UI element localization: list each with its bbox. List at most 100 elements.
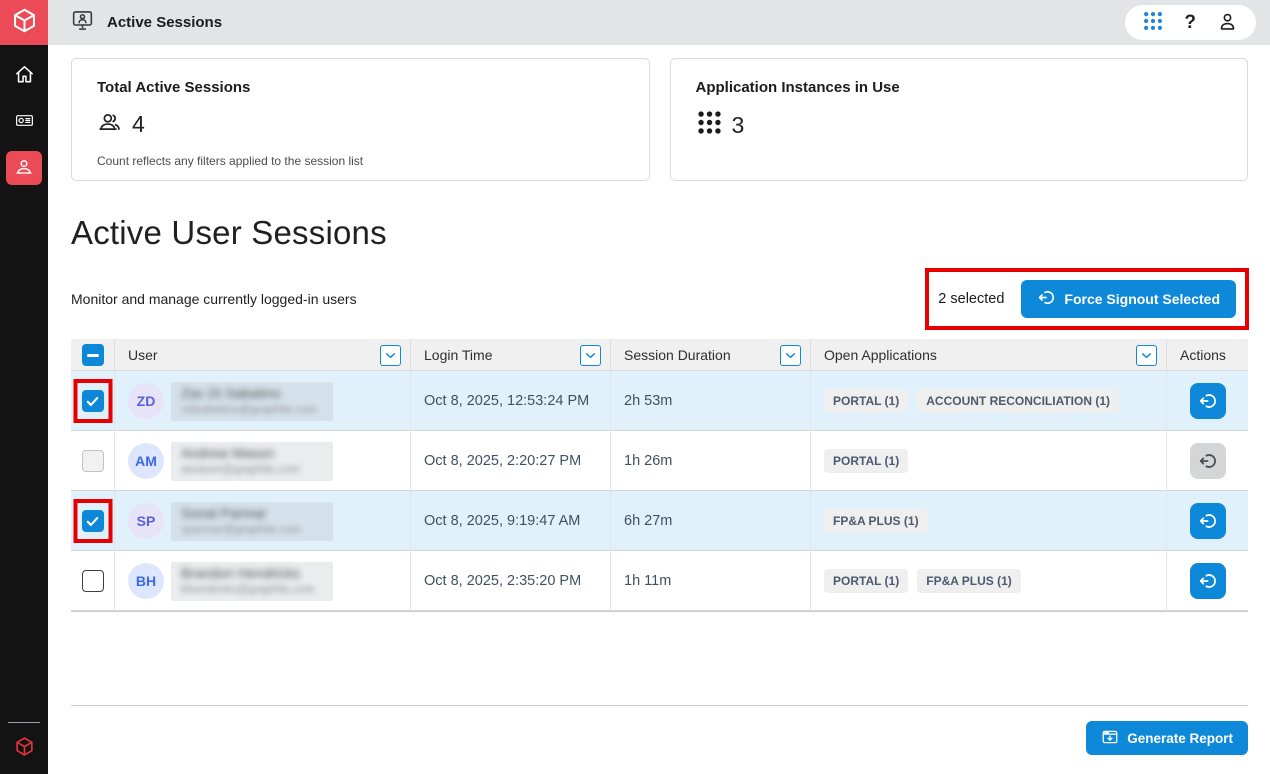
- column-label: Session Duration: [624, 347, 731, 363]
- sidebar-item-console[interactable]: [0, 105, 48, 139]
- blurred-user-identity: Brandon Hendricks bhendricks@graphite.co…: [171, 562, 333, 601]
- open-applications-cell: PORTAL (1) FP&A PLUS (1): [811, 551, 1167, 611]
- row-checkbox[interactable]: [82, 390, 104, 412]
- footer-divider: [71, 705, 1248, 706]
- sidebar-item-active-sessions[interactable]: [6, 151, 42, 185]
- sidebar-nav: [0, 59, 48, 185]
- generate-report-button[interactable]: Generate Report: [1086, 721, 1248, 755]
- column-header-user: User: [115, 339, 411, 371]
- row-checkbox-cell: [71, 491, 115, 551]
- open-applications-cell: FP&A PLUS (1): [811, 491, 1167, 551]
- actions-cell: [1167, 551, 1248, 611]
- user-email-blurred: zdisabatino@graphite.com: [181, 404, 321, 416]
- check-icon: [85, 514, 100, 529]
- app-tag: PORTAL (1): [824, 389, 908, 413]
- app-tag: FP&A PLUS (1): [824, 509, 928, 533]
- chevron-down-icon: [1139, 348, 1154, 363]
- apps-grid-icon: [696, 109, 723, 141]
- selected-count: 2 selected: [938, 291, 1004, 307]
- card-title: Application Instances in Use: [696, 79, 1223, 96]
- row-checkbox[interactable]: [82, 450, 104, 472]
- page-title: Active Sessions: [107, 14, 222, 31]
- card-subtitle: Count reflects any filters applied to th…: [97, 154, 624, 168]
- console-card-icon: [14, 110, 35, 134]
- sidebar-item-home[interactable]: [0, 59, 48, 93]
- select-all-checkbox[interactable]: [82, 344, 104, 366]
- indeterminate-icon: [87, 354, 99, 357]
- user-filter-dropdown[interactable]: [380, 345, 401, 366]
- column-label: Login Time: [424, 347, 492, 363]
- cube-logo-small-icon[interactable]: [14, 736, 35, 762]
- row-checkbox-cell: [71, 371, 115, 431]
- home-icon: [13, 63, 36, 89]
- card-total-active-sessions: Total Active Sessions 4 Count re: [71, 58, 650, 181]
- user-name-blurred: Sonal Parmar: [181, 505, 321, 521]
- actions-cell: [1167, 491, 1248, 551]
- force-signout-selected-button[interactable]: Force Signout Selected: [1021, 280, 1236, 318]
- avatar: SP: [128, 503, 164, 539]
- blurred-user-identity: Sonal Parmar sparmar@graphite.com: [171, 502, 333, 541]
- force-signout-row-button[interactable]: [1190, 383, 1226, 419]
- topbar-actions: ?: [1125, 5, 1256, 40]
- check-icon: [85, 394, 100, 409]
- chevron-down-icon: [783, 348, 798, 363]
- chevron-down-icon: [583, 348, 598, 363]
- blurred-user-identity: Andrew Mason amason@graphite.com: [171, 442, 333, 481]
- user-cell: BH Brandon Hendricks bhendricks@graphite…: [115, 551, 411, 611]
- apps-grid-icon: [1142, 10, 1164, 35]
- force-signout-row-button[interactable]: [1190, 563, 1226, 599]
- actions-cell: [1167, 431, 1248, 491]
- apps-grid-button[interactable]: [1142, 10, 1164, 35]
- app-tag: PORTAL (1): [824, 569, 908, 593]
- sessions-users-icon: [13, 156, 35, 181]
- user-name-blurred: Zac Di Sabatino: [181, 385, 321, 401]
- signout-icon: [1198, 511, 1218, 531]
- duration-filter-dropdown[interactable]: [780, 345, 801, 366]
- monitor-user-icon: [70, 8, 95, 38]
- app-tag: FP&A PLUS (1): [917, 569, 1021, 593]
- user-name-blurred: Brandon Hendricks: [181, 565, 321, 581]
- select-all-cell: [71, 339, 115, 371]
- user-email-blurred: bhendricks@graphite.com: [181, 584, 321, 596]
- table-header-row: User Login Time Session Duration: [71, 339, 1248, 371]
- main-panel: Active Sessions ?: [48, 0, 1270, 774]
- login-time-cell: Oct 8, 2025, 9:19:47 AM: [411, 491, 611, 551]
- sidebar: [0, 0, 48, 774]
- force-signout-row-button[interactable]: [1190, 503, 1226, 539]
- applications-filter-dropdown[interactable]: [1136, 345, 1157, 366]
- app-root: Active Sessions ?: [0, 0, 1270, 774]
- table-toolbar: Monitor and manage currently logged-in u…: [71, 268, 1248, 330]
- column-header-open-applications: Open Applications: [811, 339, 1167, 371]
- brand-logo[interactable]: [0, 0, 48, 45]
- app-tag: ACCOUNT RECONCILIATION (1): [917, 389, 1119, 413]
- session-duration-cell: 6h 27m: [611, 491, 811, 551]
- login-time-cell: Oct 8, 2025, 2:35:20 PM: [411, 551, 611, 611]
- session-duration-cell: 2h 53m: [611, 371, 811, 431]
- user-cell: SP Sonal Parmar sparmar@graphite.com: [115, 491, 411, 551]
- signout-icon: [1037, 288, 1056, 310]
- content-area: Total Active Sessions 4 Count re: [48, 45, 1270, 774]
- row-checkbox[interactable]: [82, 570, 104, 592]
- card-value: 3: [732, 112, 745, 139]
- chevron-down-icon: [383, 348, 398, 363]
- app-tag: PORTAL (1): [824, 449, 908, 473]
- signout-icon: [1198, 451, 1218, 471]
- help-button[interactable]: ?: [1184, 13, 1196, 32]
- session-duration-cell: 1h 26m: [611, 431, 811, 491]
- user-name-blurred: Andrew Mason: [181, 445, 321, 461]
- selection-controls: 2 selected Force Signout Selected: [938, 280, 1236, 318]
- cube-logo-icon: [11, 7, 38, 39]
- card-title: Total Active Sessions: [97, 79, 624, 96]
- footer-actions: Generate Report: [71, 721, 1248, 755]
- top-bar: Active Sessions ?: [48, 0, 1270, 45]
- card-value: 4: [132, 111, 145, 138]
- column-header-session-duration: Session Duration: [611, 339, 811, 371]
- row-checkbox-cell: [71, 551, 115, 611]
- section-subtitle: Monitor and manage currently logged-in u…: [71, 291, 357, 307]
- row-checkbox[interactable]: [82, 510, 104, 532]
- user-account-button[interactable]: [1216, 10, 1239, 36]
- login-time-cell: Oct 8, 2025, 12:53:24 PM: [411, 371, 611, 431]
- person-icon: [1216, 10, 1239, 36]
- open-applications-cell: PORTAL (1) ACCOUNT RECONCILIATION (1): [811, 371, 1167, 431]
- login-time-filter-dropdown[interactable]: [580, 345, 601, 366]
